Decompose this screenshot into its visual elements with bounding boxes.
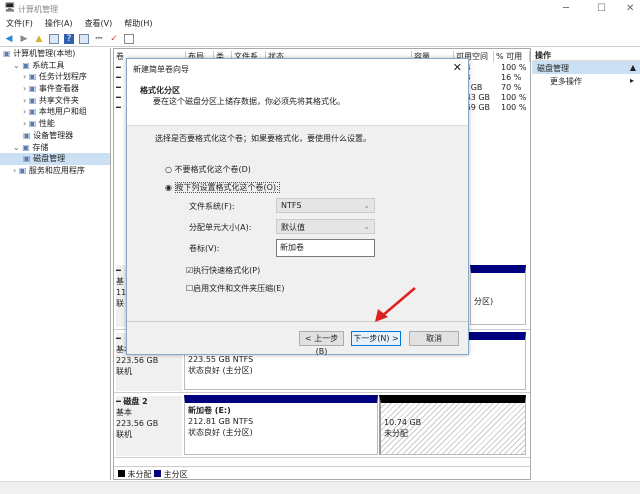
actions-header: 操作	[532, 48, 640, 61]
tree-item[interactable]: › ▣ 性能	[0, 118, 110, 130]
dialog-close-button[interactable]: ✕	[453, 61, 462, 74]
legend-primary: 主分区	[164, 470, 188, 479]
wizard-header: 新建简单卷向导 ✕ 格式化分区 要在这个磁盘分区上储存数据，你必须先将其格式化。	[127, 59, 468, 126]
disk-2-unallocated[interactable]: 10.74 GB未分配	[379, 395, 526, 455]
primary-swatch	[154, 470, 161, 477]
tree-icon: ▣	[29, 72, 37, 81]
chevron-down-icon: ⌄	[363, 222, 370, 231]
actions-pane: 操作 磁盘管理▲ 更多操作▸	[532, 48, 640, 480]
wizard-subheading: 要在这个磁盘分区上储存数据，你必须先将其格式化。	[153, 96, 345, 107]
tree-item[interactable]: ⌄ ▣ 系统工具	[0, 60, 110, 72]
next-button[interactable]: 下一步(N) >	[351, 331, 401, 346]
title-bar: 🖥 计算机管理 ─ ☐ ✕	[0, 0, 640, 18]
navigation-tree: ▣ 计算机管理(本地)⌄ ▣ 系统工具› ▣ 任务计划程序› ▣ 事件查看器› …	[0, 48, 111, 480]
menu-action[interactable]: 操作(A)	[45, 19, 73, 28]
connect-icon[interactable]: ⎓	[94, 34, 104, 44]
tree-icon: ▣	[22, 61, 30, 70]
volume-label-input[interactable]: 新加卷	[276, 239, 375, 257]
tree-icon: ▣	[29, 96, 37, 105]
status-bar	[0, 481, 640, 494]
more-actions[interactable]: 更多操作▸	[532, 74, 640, 87]
alloc-label: 分配单元大小(A):	[189, 222, 251, 233]
tree-item[interactable]: › ▣ 共享文件夹	[0, 95, 110, 107]
menu-bar: 文件(F) 操作(A) 查看(V) 帮助(H)	[0, 18, 640, 31]
quick-format-checkbox[interactable]: ☑执行快速格式化(P)	[186, 265, 260, 276]
show-tree-icon[interactable]	[49, 34, 59, 44]
volume-label-label: 卷标(V):	[189, 243, 219, 254]
menu-file[interactable]: 文件(F)	[6, 19, 33, 28]
compression-checkbox[interactable]: ☐启用文件和文件夹压缩(E)	[186, 283, 284, 294]
disk-0-partition[interactable]: 分区)	[470, 265, 526, 325]
disk-2-row: ━ 磁盘 2基本223.56 GB联机 新加卷 (E:)212.81 GB NT…	[114, 393, 530, 458]
column-header[interactable]: % 可用	[494, 51, 530, 62]
back-icon[interactable]: ◀	[4, 34, 14, 44]
forward-icon[interactable]: ▶	[19, 34, 29, 44]
cancel-button[interactable]: 取消	[409, 331, 459, 346]
red-arrow-annotation	[370, 285, 420, 325]
radio-format[interactable]: ◉ 按下列设置格式化这个卷(O):	[165, 182, 280, 193]
tree-icon: ▣	[19, 166, 27, 175]
toolbar: ◀ ▶ ▲ ? ⎓ ✓	[0, 31, 640, 47]
legend: 未分配 主分区	[114, 466, 530, 479]
menu-view[interactable]: 查看(V)	[85, 19, 113, 28]
radio-off-icon: ○	[165, 165, 172, 174]
chevron-down-icon: ⌄	[363, 201, 370, 210]
maximize-button[interactable]: ☐	[597, 3, 606, 14]
minimize-button[interactable]: ─	[563, 3, 569, 14]
properties-icon[interactable]: ✓	[109, 34, 119, 44]
format-prompt: 选择是否要格式化这个卷；如果要格式化，要使用什么设置。	[155, 133, 371, 144]
tree-item[interactable]: › ▣ 本地用户和组	[0, 106, 110, 118]
wizard-heading: 格式化分区	[140, 85, 180, 96]
tree-icon: ▣	[29, 119, 37, 128]
actions-section-disk-management[interactable]: 磁盘管理▲	[532, 61, 640, 74]
tree-item[interactable]: ⌄ ▣ 存储	[0, 142, 110, 154]
up-folder-icon[interactable]: ▲	[34, 34, 44, 44]
tree-icon: ▣	[3, 49, 11, 58]
tree-item[interactable]: › ▣ 事件查看器	[0, 83, 110, 95]
radio-do-not-format[interactable]: ○ 不要格式化这个卷(D)	[165, 164, 251, 175]
tree-icon: ▣	[22, 143, 30, 152]
disk-2-partition-e[interactable]: 新加卷 (E:)212.81 GB NTFS状态良好 (主分区)	[184, 395, 378, 455]
legend-unallocated: 未分配	[128, 470, 152, 479]
tree-item[interactable]: ▣ 磁盘管理	[0, 153, 110, 165]
show-pane-icon[interactable]	[79, 34, 89, 44]
allocation-unit-select[interactable]: 默认值⌄	[276, 219, 375, 234]
tree-icon: ▣	[23, 154, 31, 163]
disk-2-info[interactable]: ━ 磁盘 2基本223.56 GB联机	[116, 396, 182, 456]
tree-item[interactable]: ▣ 设备管理器	[0, 130, 110, 142]
tree-item[interactable]: › ▣ 服务和应用程序	[0, 165, 110, 177]
fs-label: 文件系统(F):	[189, 201, 235, 212]
dialog-title: 新建简单卷向导	[133, 64, 189, 75]
tree-item[interactable]: ▣ 计算机管理(本地)	[0, 48, 110, 60]
radio-on-icon: ◉	[165, 183, 172, 192]
tree-item[interactable]: › ▣ 任务计划程序	[0, 71, 110, 83]
unallocated-swatch	[118, 470, 125, 477]
submenu-arrow-icon: ▸	[630, 76, 634, 85]
help-icon[interactable]: ?	[64, 34, 74, 44]
tree-icon: ▣	[29, 107, 37, 116]
close-button[interactable]: ✕	[626, 3, 634, 14]
app-icon: 🖥	[4, 3, 15, 13]
back-button[interactable]: < 上一步(B)	[299, 331, 344, 346]
collapse-icon: ▲	[630, 63, 636, 72]
tree-icon: ▣	[23, 131, 31, 140]
tree-icon: ▣	[29, 84, 37, 93]
window-title: 计算机管理	[18, 4, 58, 15]
export-icon[interactable]	[124, 34, 134, 44]
file-system-select[interactable]: NTFS⌄	[276, 198, 375, 213]
menu-help[interactable]: 帮助(H)	[124, 19, 152, 28]
